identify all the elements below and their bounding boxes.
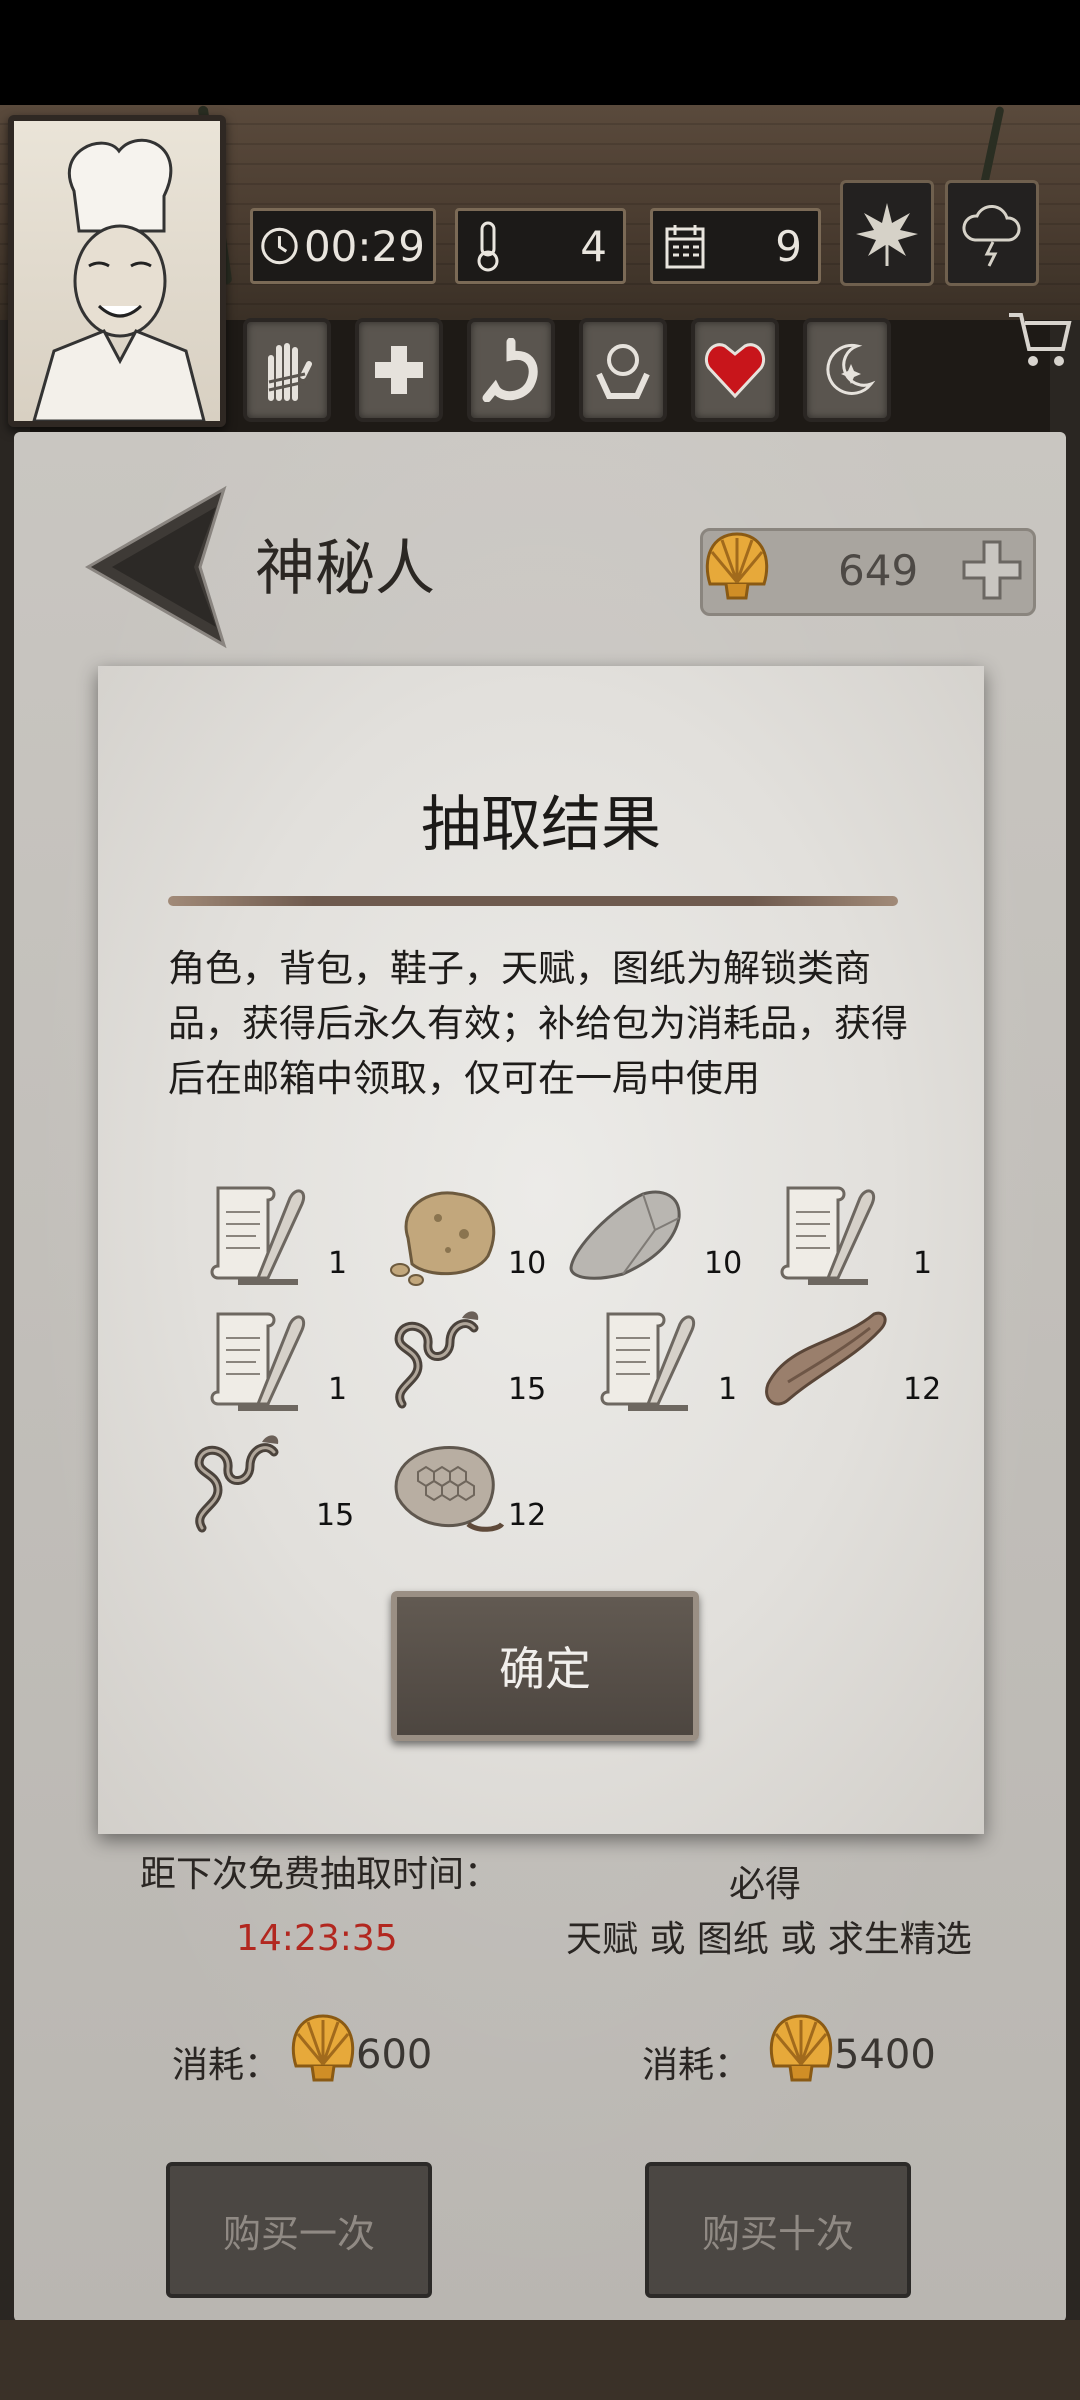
reward-count: 1 bbox=[913, 1246, 933, 1281]
leaf-icon bbox=[856, 203, 918, 266]
reward-item[interactable] bbox=[768, 1178, 908, 1293]
reward-count: 12 bbox=[508, 1498, 547, 1533]
guarantee-title: 必得 bbox=[728, 1864, 801, 1905]
status-mind-button[interactable] bbox=[579, 318, 667, 422]
reward-count: 10 bbox=[704, 1246, 743, 1281]
dialog-title: 抽取结果 bbox=[421, 790, 661, 860]
season-button[interactable] bbox=[840, 180, 934, 286]
reward-count: 10 bbox=[508, 1246, 547, 1281]
calendar-icon bbox=[665, 225, 705, 269]
plus-icon bbox=[962, 540, 1022, 600]
free-draw-countdown: 14:23:35 bbox=[236, 1918, 398, 1959]
draw-result-dialog: 抽取结果 角色，背包，鞋子，天赋，图纸为解锁类商品，获得后永久有效；补给包为消耗… bbox=[98, 666, 984, 1834]
medical-cross-icon bbox=[375, 346, 423, 394]
page-title: 神秘人 bbox=[255, 534, 435, 604]
cost-label-ten: 消耗： bbox=[642, 2045, 751, 2086]
shell-currency-icon bbox=[766, 2010, 836, 2090]
buy-ten-button[interactable]: 购买十次 bbox=[645, 2162, 911, 2298]
reward-count: 1 bbox=[328, 1372, 348, 1407]
reward-count: 15 bbox=[508, 1372, 547, 1407]
status-sleep-button[interactable] bbox=[803, 318, 891, 422]
cost-label-single: 消耗： bbox=[172, 2045, 281, 2086]
clock-icon bbox=[261, 227, 298, 265]
temperature-value: 4 bbox=[580, 221, 607, 271]
time-value: 00:29 bbox=[303, 221, 425, 271]
reward-count: 12 bbox=[903, 1372, 942, 1407]
scroll-icon bbox=[780, 1186, 875, 1285]
temperature-display: 4 bbox=[455, 208, 626, 284]
scroll-icon bbox=[210, 1186, 305, 1285]
scroll-icon bbox=[210, 1312, 305, 1411]
reward-count: 1 bbox=[328, 1246, 348, 1281]
confirm-button[interactable]: 确定 bbox=[391, 1591, 699, 1741]
vine-icon bbox=[194, 1435, 279, 1533]
time-display: 00:29 bbox=[250, 208, 436, 284]
stone-icon bbox=[569, 1190, 681, 1280]
reward-item[interactable] bbox=[378, 1304, 518, 1419]
shopping-cart-icon bbox=[1009, 313, 1072, 366]
buy-once-button[interactable]: 购买一次 bbox=[166, 2162, 432, 2298]
back-button[interactable] bbox=[82, 485, 232, 655]
rock-icon bbox=[390, 1191, 496, 1286]
add-currency-button[interactable] bbox=[960, 538, 1024, 602]
shop-cart-button[interactable] bbox=[1005, 305, 1075, 375]
reward-item[interactable] bbox=[758, 1304, 898, 1419]
reward-count: 1 bbox=[718, 1372, 738, 1407]
title-divider bbox=[168, 896, 898, 906]
thermometer-icon bbox=[477, 221, 499, 272]
day-value: 9 bbox=[775, 221, 802, 271]
reward-item[interactable] bbox=[378, 1178, 518, 1293]
status-health-button[interactable] bbox=[355, 318, 443, 422]
reward-count: 15 bbox=[316, 1498, 355, 1533]
stomach-icon bbox=[482, 338, 538, 402]
reward-item[interactable] bbox=[198, 1178, 338, 1293]
shell-currency-icon bbox=[702, 528, 772, 608]
status-hand-button[interactable] bbox=[243, 318, 331, 422]
character-portrait[interactable] bbox=[8, 115, 226, 427]
heart-icon bbox=[704, 343, 766, 399]
bark-icon bbox=[765, 1311, 887, 1406]
reward-item[interactable] bbox=[198, 1304, 338, 1419]
cost-single: 600 bbox=[356, 2032, 433, 2078]
honeycomb-icon bbox=[394, 1446, 505, 1532]
moon-star-icon bbox=[826, 343, 876, 395]
day-display: 9 bbox=[650, 208, 821, 284]
head-in-hand-icon bbox=[596, 344, 650, 399]
status-heart-button[interactable] bbox=[691, 318, 779, 422]
footer-wood bbox=[0, 2320, 1080, 2400]
bandaged-hand-icon bbox=[268, 343, 312, 401]
reward-item[interactable] bbox=[378, 1428, 518, 1543]
reward-item[interactable] bbox=[178, 1428, 318, 1543]
cost-ten: 5400 bbox=[834, 2032, 936, 2078]
reward-item[interactable] bbox=[563, 1178, 703, 1293]
guarantee-text: 天赋 或 图纸 或 求生精选 bbox=[566, 1919, 972, 1960]
vine-icon bbox=[394, 1311, 479, 1409]
status-stomach-button[interactable] bbox=[467, 318, 555, 422]
shell-currency-icon bbox=[288, 2010, 358, 2090]
shell-balance: 649 bbox=[838, 546, 919, 595]
back-arrow-icon bbox=[84, 485, 227, 649]
dialog-description: 角色，背包，鞋子，天赋，图纸为解锁类商品，获得后永久有效；补给包为消耗品，获得后… bbox=[168, 947, 908, 1100]
storm-cloud-icon bbox=[962, 205, 1021, 267]
chef-avatar-icon bbox=[32, 138, 206, 423]
reward-item[interactable] bbox=[588, 1304, 728, 1419]
status-bar bbox=[0, 0, 1080, 105]
weather-button[interactable] bbox=[945, 180, 1039, 286]
scroll-icon bbox=[600, 1312, 695, 1411]
